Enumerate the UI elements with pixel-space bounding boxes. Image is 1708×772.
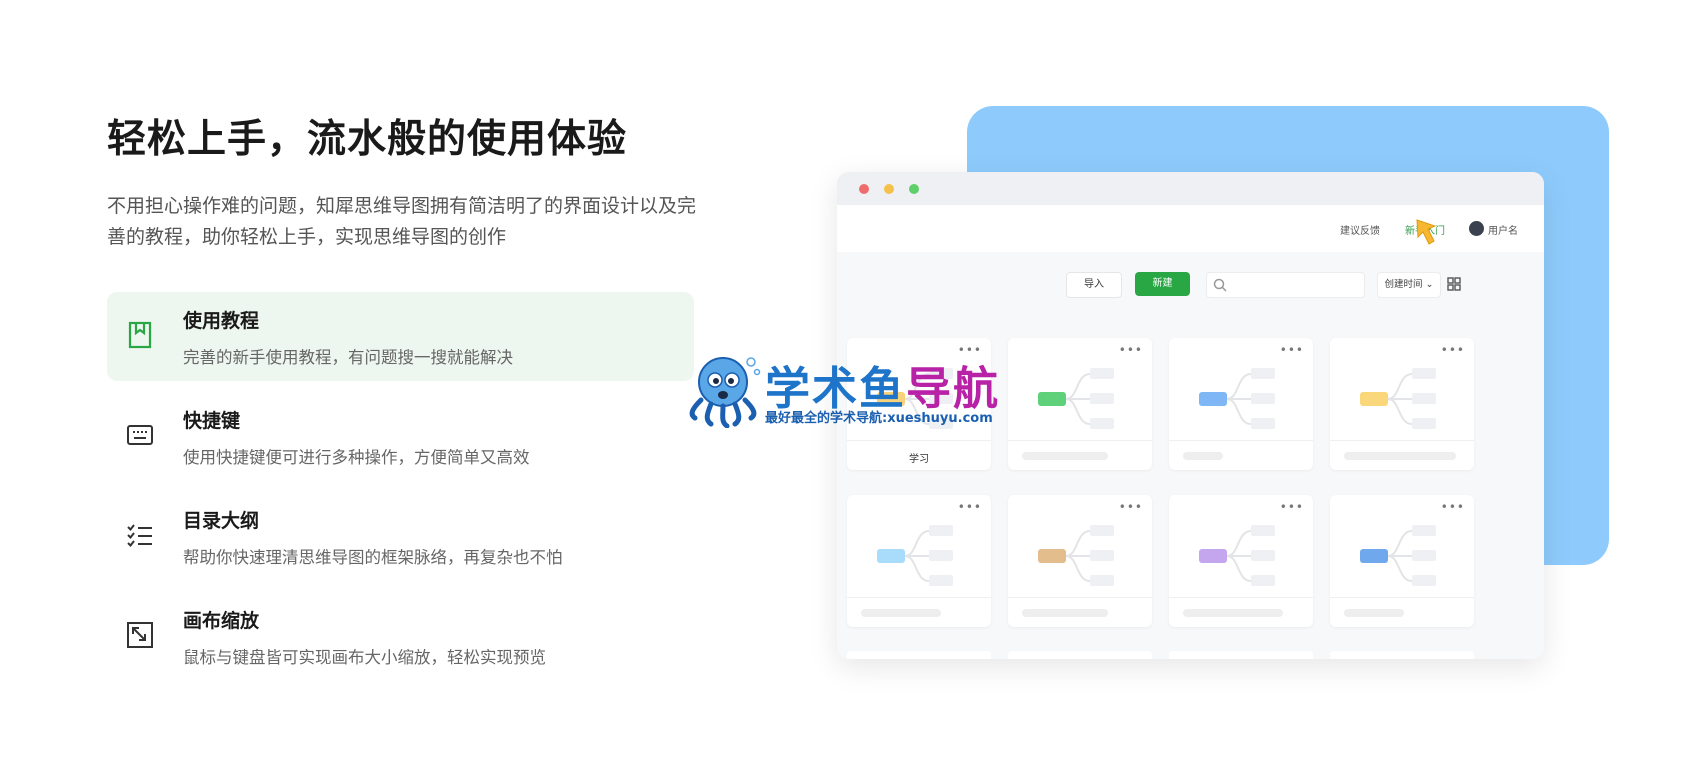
checklist-icon [127, 524, 152, 548]
import-button[interactable]: 导入 [1066, 272, 1122, 298]
file-card-partial [1008, 651, 1152, 659]
file-card-footer [1330, 440, 1474, 471]
chevron-down-icon: ⌄ [1425, 279, 1434, 290]
bookmark-icon [128, 321, 152, 349]
file-name-placeholder [1022, 609, 1108, 617]
file-card-footer [1008, 597, 1152, 628]
section-title: 轻松上手，流水般的使用体验 [107, 117, 628, 162]
section-description: 不用担心操作难的问题，知犀思维导图拥有简洁明了的界面设计以及完善的教程，助你轻松… [107, 195, 697, 248]
file-name-placeholder [861, 609, 941, 617]
grid-view-icon[interactable] [1445, 275, 1463, 293]
file-name: 学习 [909, 454, 929, 465]
file-card[interactable]: ••• [1330, 495, 1474, 627]
file-name-placeholder [1183, 609, 1283, 617]
mindmap-thumbnail [1038, 525, 1114, 586]
file-card-footer [847, 597, 991, 628]
feature-list: 使用教程 完善的新手使用教程，有问题搜一搜就能解决 快捷键 使用快捷键便可进行多… [107, 292, 694, 692]
feature-item-shortcuts[interactable]: 快捷键 使用快捷键便可进行多种操作，方便简单又高效 [107, 392, 694, 481]
file-card[interactable]: ••• [1330, 338, 1474, 470]
avatar[interactable] [1469, 221, 1484, 236]
file-card-footer [1008, 440, 1152, 471]
maximize-dot-icon [909, 184, 919, 194]
file-card[interactable]: ••• [1008, 495, 1152, 627]
feedback-link[interactable]: 建议反馈 [1340, 222, 1380, 237]
username-menu[interactable]: 用户名 [1488, 222, 1518, 237]
file-card-footer [1169, 440, 1313, 471]
feature-title: 使用教程 [183, 310, 260, 332]
file-name-placeholder [1344, 609, 1404, 617]
keyboard-icon [127, 425, 153, 445]
mindmap-thumbnail [1360, 525, 1436, 586]
feature-title: 画布缩放 [183, 610, 260, 632]
mindmap-thumbnail [1360, 368, 1436, 429]
file-card[interactable]: ••• [1169, 338, 1313, 470]
file-card-footer: 学习 [847, 440, 991, 471]
feature-item-zoom[interactable]: 画布缩放 鼠标与键盘皆可实现画布大小缩放，轻松实现预览 [107, 592, 694, 681]
pointer-arrow-icon [1416, 219, 1437, 245]
feature-title: 快捷键 [183, 410, 241, 432]
file-card-footer [1330, 597, 1474, 628]
feature-title: 目录大纲 [183, 510, 260, 532]
file-card-footer [1169, 597, 1313, 628]
close-dot-icon [859, 184, 869, 194]
sort-dropdown[interactable]: 创建时间 ⌄ [1377, 272, 1441, 298]
feature-description: 帮助你快速理清思维导图的框架脉络，再复杂也不怕 [183, 548, 563, 567]
search-input[interactable] [1206, 272, 1365, 298]
new-button[interactable]: 新建 [1135, 272, 1190, 296]
minimize-dot-icon [884, 184, 894, 194]
file-card[interactable]: ••• [1169, 495, 1313, 627]
watermark-subtitle: 最好最全的学术导航:xueshuyu.com [765, 411, 993, 426]
octopus-mascot-icon [689, 357, 761, 428]
feature-item-tutorial[interactable]: 使用教程 完善的新手使用教程，有问题搜一搜就能解决 [107, 292, 694, 381]
file-card-partial [847, 651, 991, 659]
feature-item-outline[interactable]: 目录大纲 帮助你快速理清思维导图的框架脉络，再复杂也不怕 [107, 492, 694, 581]
file-name-placeholder [1183, 452, 1223, 460]
file-name-placeholder [1344, 452, 1456, 460]
mindmap-thumbnail [1199, 525, 1275, 586]
file-card-partial [1330, 651, 1474, 659]
zoom-icon [127, 622, 153, 648]
file-card[interactable]: ••• [847, 495, 991, 627]
mindmap-thumbnail [877, 525, 953, 586]
feature-description: 使用快捷键便可进行多种操作，方便简单又高效 [183, 448, 530, 467]
watermark-logo: 学术鱼导航 最好最全的学术导航:xueshuyu.com [685, 350, 1037, 430]
mindmap-thumbnail [1199, 368, 1275, 429]
file-name-placeholder [1022, 452, 1108, 460]
feature-description: 鼠标与键盘皆可实现画布大小缩放，轻松实现预览 [183, 648, 546, 667]
feature-description: 完善的新手使用教程，有问题搜一搜就能解决 [183, 348, 513, 367]
file-card-partial [1169, 651, 1313, 659]
sort-label: 创建时间 [1384, 279, 1423, 290]
window-titlebar [837, 172, 1544, 205]
search-icon [1213, 278, 1227, 292]
